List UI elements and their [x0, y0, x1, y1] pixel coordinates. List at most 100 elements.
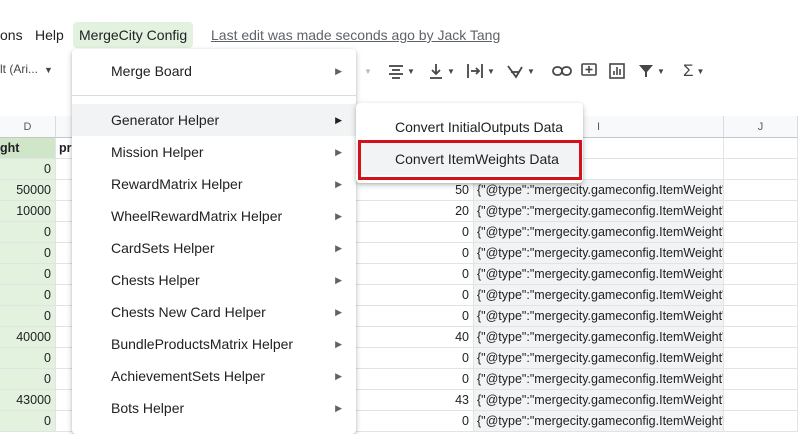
menu-item-rewardmatrix-helper[interactable]: RewardMatrix Helper ▶: [72, 168, 356, 200]
menu-item-label: BundleProductsMatrix Helper: [111, 336, 294, 352]
link-icon: [552, 66, 572, 76]
menu-item-chests-helper[interactable]: Chests Helper ▶: [72, 264, 356, 296]
cell-j[interactable]: [724, 306, 798, 327]
cell-i[interactable]: {"@type":"mergecity.gameconfig.ItemWeigh…: [474, 243, 724, 264]
cell-i[interactable]: {"@type":"mergecity.gameconfig.ItemWeigh…: [474, 327, 724, 348]
menu-item-label: WheelRewardMatrix Helper: [111, 208, 283, 224]
menu-item-bundleproductsmatrix-helper[interactable]: BundleProductsMatrix Helper ▶: [72, 328, 356, 360]
cell-h[interactable]: 50: [356, 180, 474, 201]
cell-i[interactable]: {"@type":"mergecity.gameconfig.ItemWeigh…: [474, 306, 724, 327]
submenu-arrow-icon: ▶: [335, 275, 342, 285]
cell-j[interactable]: [724, 285, 798, 306]
cell-i[interactable]: {"@type":"mergecity.gameconfig.ItemWeigh…: [474, 348, 724, 369]
cell-i[interactable]: {"@type":"mergecity.gameconfig.ItemWeigh…: [474, 390, 724, 411]
cell-d[interactable]: 0: [0, 369, 56, 390]
cell-i[interactable]: {"@type":"mergecity.gameconfig.ItemWeigh…: [474, 285, 724, 306]
submenu-arrow-icon: ▶: [335, 307, 342, 317]
menu-help[interactable]: Help: [29, 22, 70, 48]
chevron-down-icon[interactable]: ▼: [364, 60, 372, 82]
cell-h[interactable]: 0: [356, 243, 474, 264]
cell-d[interactable]: 0: [0, 243, 56, 264]
vertical-align-button[interactable]: ▼: [428, 60, 455, 82]
submenu-arrow-icon: ▶: [335, 339, 342, 349]
submenu-arrow-icon: ▶: [335, 243, 342, 253]
menu-item-achievementsets-helper[interactable]: AchievementSets Helper ▶: [72, 360, 356, 392]
cell-j[interactable]: [724, 411, 798, 432]
cell-d[interactable]: 0: [0, 264, 56, 285]
cell-d[interactable]: 10000: [0, 201, 56, 222]
cell-h[interactable]: 0: [356, 285, 474, 306]
menu-item-merge-board[interactable]: Merge Board ▶: [72, 55, 356, 87]
cell-d[interactable]: 0: [0, 348, 56, 369]
cell-j[interactable]: [724, 243, 798, 264]
column-header-d[interactable]: D: [0, 116, 56, 138]
last-edit-link[interactable]: Last edit was made seconds ago by Jack T…: [211, 22, 500, 48]
functions-button[interactable]: Σ ▼: [683, 60, 704, 82]
cell-d[interactable]: 40000: [0, 327, 56, 348]
cell-i[interactable]: {"@type":"mergecity.gameconfig.ItemWeigh…: [474, 264, 724, 285]
font-family-value: lt (Ari...: [0, 62, 38, 76]
menu-item-wheelrewardmatrix-helper[interactable]: WheelRewardMatrix Helper ▶: [72, 200, 356, 232]
cell-d[interactable]: 50000: [0, 180, 56, 201]
cell-j[interactable]: [724, 201, 798, 222]
cell-h[interactable]: 0: [356, 348, 474, 369]
cell-d[interactable]: 0: [0, 222, 56, 243]
menu-item-label: CardSets Helper: [111, 240, 215, 256]
cell-h[interactable]: 0: [356, 264, 474, 285]
menu-item-label: Mission Helper: [111, 144, 204, 160]
cell-h[interactable]: 0: [356, 369, 474, 390]
cell-d[interactable]: 0: [0, 159, 56, 180]
menu-mergecity-config[interactable]: MergeCity Config: [73, 22, 194, 48]
cell-h[interactable]: 0: [356, 222, 474, 243]
text-rotation-button[interactable]: ▼: [506, 60, 535, 82]
cell-d[interactable]: 0: [0, 411, 56, 432]
menu-item-label: AchievementSets Helper: [111, 368, 266, 384]
mergecity-config-menu: Merge Board ▶ Generator Helper ▶ Mission H…: [72, 49, 356, 434]
cell-j[interactable]: [724, 327, 798, 348]
cell-j-header[interactable]: [724, 138, 798, 159]
chart-icon: [609, 63, 625, 79]
menu-item-bots-helper[interactable]: Bots Helper ▶: [72, 392, 356, 424]
cell-d[interactable]: 0: [0, 306, 56, 327]
cell-h[interactable]: 43: [356, 390, 474, 411]
cell-d-header[interactable]: ght: [0, 138, 56, 159]
font-family-select[interactable]: lt (Ari... ▼: [0, 62, 53, 76]
insert-comment-button[interactable]: [581, 60, 597, 82]
cell-j[interactable]: [724, 222, 798, 243]
cell-h[interactable]: 20: [356, 201, 474, 222]
submenu-arrow-icon: ▶: [335, 66, 342, 76]
menu-item-chests-new-card-helper[interactable]: Chests New Card Helper ▶: [72, 296, 356, 328]
cell-j[interactable]: [724, 180, 798, 201]
cell-j[interactable]: [724, 264, 798, 285]
cell-j[interactable]: [724, 159, 798, 180]
submenu-arrow-icon: ▶: [335, 371, 342, 381]
cell-i[interactable]: {"@type":"mergecity.gameconfig.ItemWeigh…: [474, 222, 724, 243]
comment-icon: [581, 63, 597, 76]
text-wrap-button[interactable]: ▼: [466, 60, 495, 82]
submenu-item-convert-initialoutputs[interactable]: Convert InitialOutputs Data: [356, 111, 583, 143]
menu-item-cardsets-helper[interactable]: CardSets Helper ▶: [72, 232, 356, 264]
cell-d[interactable]: 43000: [0, 390, 56, 411]
cell-d[interactable]: 0: [0, 285, 56, 306]
cell-h[interactable]: 40: [356, 327, 474, 348]
cell-j[interactable]: [724, 369, 798, 390]
cell-i[interactable]: {"@type":"mergecity.gameconfig.ItemWeigh…: [474, 180, 724, 201]
cell-i[interactable]: {"@type":"mergecity.gameconfig.ItemWeigh…: [474, 201, 724, 222]
menu-extensions[interactable]: ons: [0, 22, 29, 48]
cell-h[interactable]: 0: [356, 306, 474, 327]
menu-item-generator-helper[interactable]: Generator Helper ▶: [72, 104, 356, 136]
menu-item-label: Bots Helper: [111, 400, 185, 416]
filter-button[interactable]: ▼: [638, 60, 665, 82]
cell-i[interactable]: {"@type":"mergecity.gameconfig.ItemWeigh…: [474, 411, 724, 432]
cell-i[interactable]: {"@type":"mergecity.gameconfig.ItemWeigh…: [474, 369, 724, 390]
menu-item-mission-helper[interactable]: Mission Helper ▶: [72, 136, 356, 168]
cell-h[interactable]: 0: [356, 411, 474, 432]
horizontal-align-button[interactable]: ▼: [388, 60, 415, 82]
menu-item-label: Merge Board: [111, 63, 192, 79]
cell-j[interactable]: [724, 348, 798, 369]
cell-j[interactable]: [724, 390, 798, 411]
insert-chart-button[interactable]: [609, 60, 625, 82]
rotate-icon: [507, 65, 523, 79]
column-header-j[interactable]: J: [724, 116, 798, 138]
insert-link-button[interactable]: [552, 60, 572, 82]
